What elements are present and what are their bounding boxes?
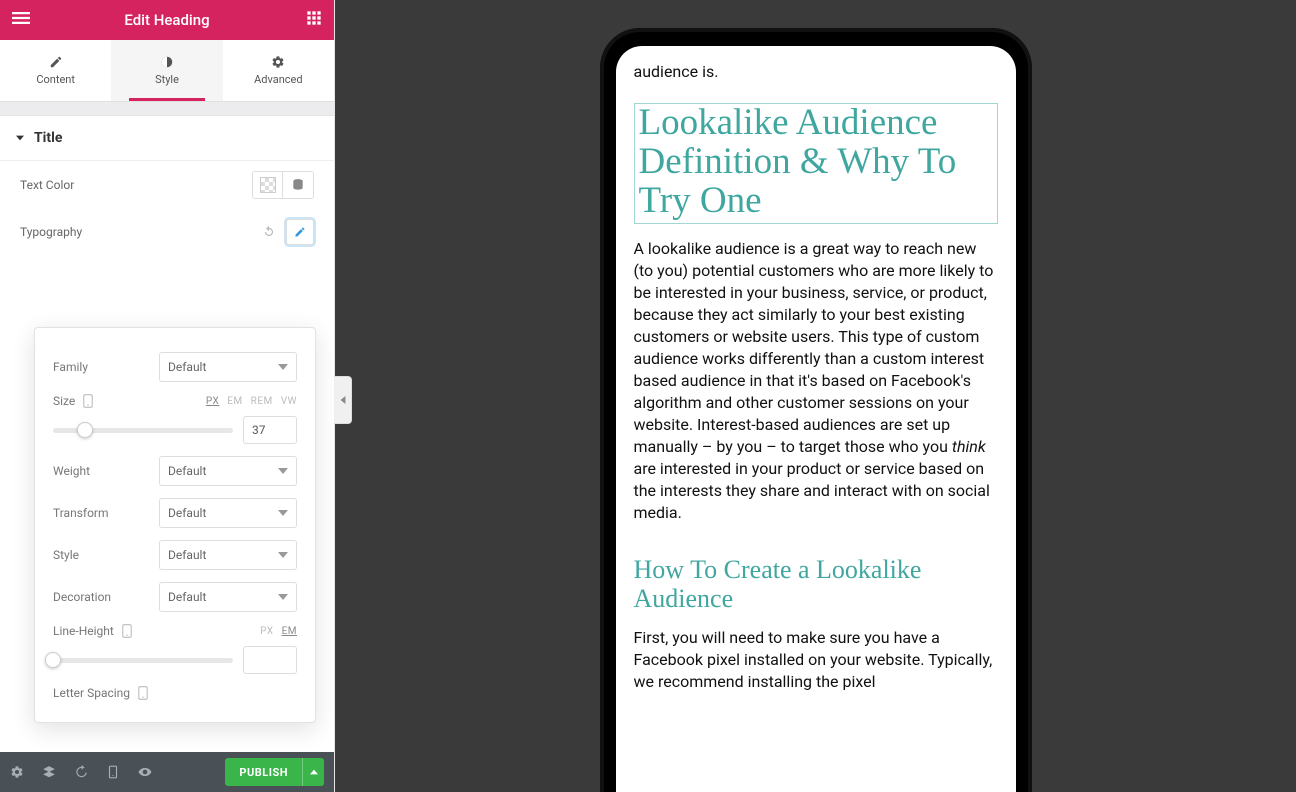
size-input[interactable]: 37 — [243, 416, 297, 444]
panel-footer: PUBLISH — [0, 752, 334, 792]
responsive-icon[interactable] — [106, 765, 120, 779]
text-color-row: Text Color — [0, 161, 334, 209]
chevron-down-icon — [16, 134, 24, 142]
letter-spacing-field: Letter Spacing — [53, 686, 297, 700]
device-icon[interactable] — [122, 624, 132, 638]
family-field: Family Default — [53, 352, 297, 382]
global-color-button[interactable] — [283, 172, 313, 198]
publish-button[interactable]: PUBLISH — [225, 758, 302, 786]
text-color-controls — [252, 171, 314, 199]
pencil-icon — [294, 226, 306, 238]
style-field: Style Default — [53, 540, 297, 570]
color-picker-button[interactable] — [253, 172, 283, 198]
weight-field: Weight Default — [53, 456, 297, 486]
tab-advanced[interactable]: Advanced — [223, 40, 334, 101]
chevron-down-icon — [278, 508, 288, 518]
panel-body: Text Color Typography Family — [0, 161, 334, 752]
line-height-slider-row — [53, 646, 297, 674]
typography-row: Typography — [0, 209, 334, 255]
typography-popover: Family Default Size PX EM REM — [34, 327, 316, 723]
unit-rem[interactable]: REM — [251, 396, 273, 407]
subheading: How To Create a Lookalike Audience — [634, 555, 998, 613]
phone-screen: audience is. Lookalike Audience Definiti… — [616, 46, 1016, 792]
page-heading: Lookalike Audience Definition & Why To T… — [639, 104, 993, 221]
database-icon — [291, 178, 305, 192]
history-icon[interactable] — [74, 765, 88, 779]
section-title-toggle[interactable]: Title — [0, 116, 334, 161]
size-slider-row: 37 — [53, 416, 297, 444]
weight-select[interactable]: Default — [159, 456, 297, 486]
tab-content[interactable]: Content — [0, 40, 111, 101]
navigator-icon[interactable] — [42, 765, 56, 779]
heading-selected-element[interactable]: Lookalike Audience Definition & Why To T… — [634, 103, 998, 224]
preview-area: audience is. Lookalike Audience Definiti… — [335, 0, 1296, 792]
publish-group: PUBLISH — [225, 758, 324, 786]
hamburger-menu-icon[interactable] — [12, 9, 30, 31]
decoration-field: Decoration Default — [53, 582, 297, 612]
panel-title: Edit Heading — [124, 11, 209, 29]
phone-frame: audience is. Lookalike Audience Definiti… — [600, 28, 1032, 792]
body-paragraph-2: First, you will need to make sure you ha… — [634, 627, 998, 693]
family-select[interactable]: Default — [159, 352, 297, 382]
style-select[interactable]: Default — [159, 540, 297, 570]
transform-select[interactable]: Default — [159, 498, 297, 528]
panel-header: Edit Heading — [0, 0, 334, 40]
size-field: Size PX EM REM VW — [53, 394, 297, 408]
chevron-down-icon — [278, 466, 288, 476]
size-units: PX EM REM VW — [206, 396, 297, 407]
chevron-down-icon — [278, 362, 288, 372]
chevron-down-icon — [278, 550, 288, 560]
transparent-swatch-icon — [260, 177, 276, 193]
unit-px[interactable]: PX — [206, 396, 219, 407]
chevron-down-icon — [278, 592, 288, 602]
decoration-select[interactable]: Default — [159, 582, 297, 612]
unit-em[interactable]: EM — [227, 396, 242, 407]
publish-options-button[interactable] — [302, 758, 324, 786]
reset-icon[interactable] — [262, 225, 276, 239]
chevron-left-icon — [339, 396, 347, 404]
typography-edit-button[interactable] — [286, 219, 314, 245]
line-height-units: PX EM — [260, 626, 297, 637]
size-slider[interactable] — [53, 418, 233, 442]
apps-grid-icon[interactable] — [306, 10, 322, 30]
panel-collapse-handle[interactable] — [334, 376, 352, 424]
tab-style[interactable]: Style — [111, 40, 222, 101]
editor-panel: Edit Heading Content Style Advanced Titl… — [0, 0, 335, 792]
device-icon[interactable] — [83, 394, 93, 408]
transform-field: Transform Default — [53, 498, 297, 528]
panel-tabs: Content Style Advanced — [0, 40, 334, 102]
line-height-field: Line-Height PX EM — [53, 624, 297, 638]
line-height-input[interactable] — [243, 646, 297, 674]
body-paragraph-1: A lookalike audience is a great way to r… — [634, 238, 998, 525]
lead-fragment: audience is. — [634, 62, 998, 81]
device-icon[interactable] — [138, 686, 148, 700]
line-height-slider[interactable] — [53, 648, 233, 672]
chevron-up-icon — [310, 768, 318, 776]
unit-vw[interactable]: VW — [281, 396, 297, 407]
settings-icon[interactable] — [10, 765, 24, 779]
unit-em[interactable]: EM — [282, 626, 297, 637]
unit-px[interactable]: PX — [260, 626, 273, 637]
panel-gap — [0, 102, 334, 116]
preview-icon[interactable] — [138, 765, 152, 779]
